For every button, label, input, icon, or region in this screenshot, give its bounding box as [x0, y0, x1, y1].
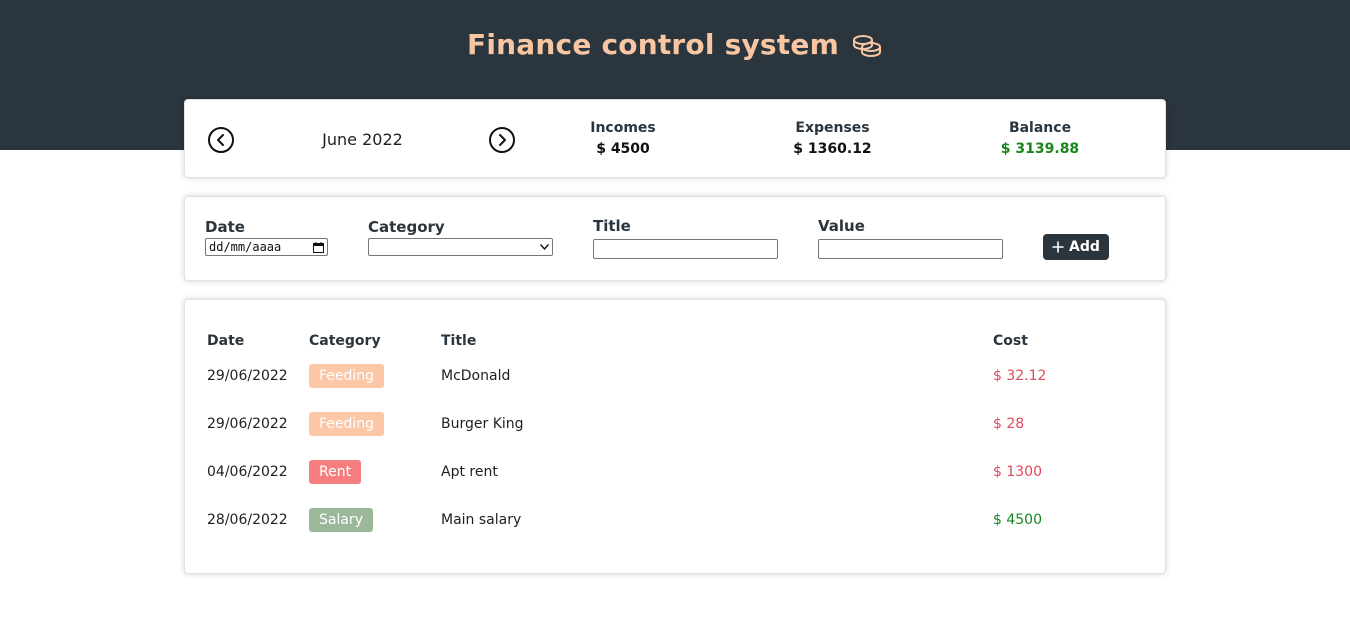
title-field: Title: [593, 217, 778, 260]
expenses-stat: Expenses $ 1360.12: [770, 120, 895, 157]
header-category: Category: [309, 333, 381, 349]
summary-card: June 2022 Incomes $ 4500 Expenses $ 1360…: [184, 99, 1166, 178]
previous-month-button[interactable]: [208, 127, 234, 153]
category-badge: Salary: [309, 508, 373, 532]
next-month-button[interactable]: [489, 127, 515, 153]
chevron-down-icon: [540, 244, 549, 250]
row-title: Apt rent: [441, 464, 498, 480]
add-entry-form: Date dd/mm/aaaa Category Title Value Add: [184, 196, 1166, 281]
plus-icon: [1052, 241, 1064, 253]
category-field-label: Category: [368, 218, 445, 236]
add-button-label: Add: [1069, 239, 1100, 255]
value-field: Value: [818, 217, 1003, 260]
row-category-cell: Feeding: [309, 352, 441, 400]
table-row: 29/06/2022 Feeding McDonald $ 32.12: [207, 352, 1113, 400]
chevron-right-circle-icon: [489, 127, 515, 153]
app-title: Finance control system: [0, 28, 1350, 61]
balance-label: Balance: [1008, 120, 1072, 136]
incomes-stat: Incomes $ 4500: [565, 120, 681, 157]
row-title: McDonald: [441, 368, 511, 384]
category-field: Category: [368, 218, 553, 258]
date-field-label: Date: [205, 218, 245, 236]
expenses-value: $ 1360.12: [793, 141, 872, 157]
value-field-label: Value: [818, 217, 865, 235]
row-cost: $ 4500: [993, 512, 1042, 528]
incomes-value: $ 4500: [596, 141, 650, 157]
app-title-text: Finance control system: [467, 28, 839, 61]
row-cost: $ 1300: [993, 464, 1042, 480]
category-badge: Feeding: [309, 364, 385, 388]
row-title: Main salary: [441, 512, 522, 528]
table-row: 28/06/2022 Salary Main salary $ 4500: [207, 496, 1113, 544]
row-date: 04/06/2022: [207, 464, 288, 480]
header-date: Date: [207, 333, 245, 349]
row-category-cell: Rent: [309, 448, 441, 496]
transactions-card: Date Category Title Cost 29/06/2022 Feed…: [184, 299, 1166, 574]
date-input[interactable]: dd/mm/aaaa: [205, 238, 328, 256]
row-cost: $ 32.12: [993, 368, 1047, 384]
current-month-label: June 2022: [322, 130, 403, 149]
row-category-cell: Feeding: [309, 400, 441, 448]
row-date: 29/06/2022: [207, 416, 288, 432]
row-date: 28/06/2022: [207, 512, 288, 528]
balance-stat: Balance $ 3139.88: [980, 120, 1100, 157]
row-date: 29/06/2022: [207, 368, 288, 384]
balance-value: $ 3139.88: [1000, 141, 1080, 157]
table-header-row: Date Category Title Cost: [207, 330, 1113, 352]
title-field-label: Title: [593, 217, 631, 235]
header-cost: Cost: [993, 333, 1028, 349]
header-title: Title: [441, 333, 477, 349]
calendar-icon[interactable]: [313, 241, 324, 253]
row-category-cell: Salary: [309, 496, 441, 544]
row-cost: $ 28: [993, 416, 1025, 432]
category-badge: Rent: [309, 460, 362, 484]
transactions-table: Date Category Title Cost 29/06/2022 Feed…: [207, 330, 1113, 544]
value-input[interactable]: [818, 238, 1003, 259]
date-input-placeholder: dd/mm/aaaa: [209, 240, 282, 254]
category-select[interactable]: [368, 238, 553, 256]
coins-icon: [851, 32, 883, 58]
table-row: 04/06/2022 Rent Apt rent $ 1300: [207, 448, 1113, 496]
incomes-label: Incomes: [590, 120, 656, 136]
date-field: Date dd/mm/aaaa: [205, 218, 328, 258]
expenses-label: Expenses: [795, 120, 870, 136]
add-button[interactable]: Add: [1043, 234, 1109, 260]
chevron-left-circle-icon: [208, 127, 234, 153]
table-row: 29/06/2022 Feeding Burger King $ 28: [207, 400, 1113, 448]
title-input[interactable]: [593, 238, 778, 259]
row-title: Burger King: [441, 416, 524, 432]
category-badge: Feeding: [309, 412, 385, 436]
